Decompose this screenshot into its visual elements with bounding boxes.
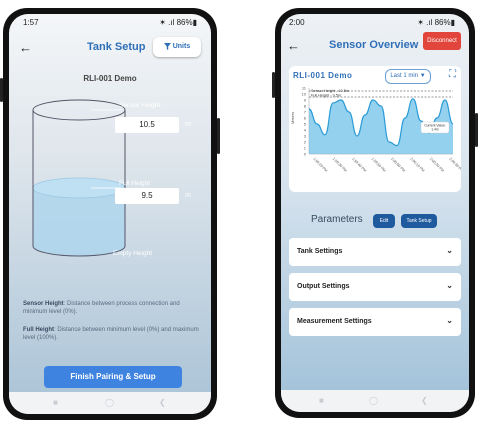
full-height-unit: m bbox=[185, 192, 191, 199]
filter-icon: ▼ bbox=[419, 73, 426, 79]
status-time: 2:00 bbox=[289, 18, 305, 27]
x-tick-label: 1:59:30 PM bbox=[332, 157, 348, 173]
system-nav-bar: ■ ◯ ❮ bbox=[9, 392, 211, 414]
tooltip-text: 1.4m bbox=[431, 128, 439, 132]
chart-card: RLI-001 Demo Last 1 min ▼ ⛶ Meters 0 1 2 3 4 5… bbox=[289, 66, 461, 192]
x-tick-label: 2:00:30 PM bbox=[448, 157, 461, 173]
reference-line-label: Sensor Height - 10.5m bbox=[311, 89, 349, 93]
parameters-title: Parameters bbox=[311, 214, 363, 225]
app-bar: ← Sensor Overview Disconnect bbox=[281, 32, 469, 60]
phone-sensor-overview: 2:00 ✶ .ıl 86%▮ ← Sensor Overview Discon… bbox=[272, 8, 478, 418]
section-label: Output Settings bbox=[297, 283, 350, 290]
full-height-label: Full Height bbox=[119, 180, 151, 187]
y-tick-label: 4 bbox=[304, 128, 307, 133]
full-height-input[interactable]: 9.5 bbox=[115, 188, 179, 204]
chart-title: RLI-001 Demo bbox=[293, 71, 353, 80]
back-arrow-icon[interactable]: ← bbox=[19, 40, 32, 55]
time-range-dropdown[interactable]: Last 1 min ▼ bbox=[385, 69, 431, 84]
home-icon[interactable]: ◯ bbox=[105, 398, 114, 407]
back-arrow-icon[interactable]: ← bbox=[287, 38, 300, 53]
page-title: Tank Setup bbox=[87, 41, 146, 53]
recents-icon[interactable]: ■ bbox=[53, 398, 58, 407]
y-tick-label: 1 bbox=[304, 146, 307, 151]
chevron-down-icon: ⌄ bbox=[446, 316, 453, 325]
description-term: Sensor Height bbox=[23, 301, 64, 307]
y-tick-label: 5 bbox=[304, 122, 307, 127]
x-tick-label: 2:00:20 PM bbox=[429, 157, 445, 173]
back-nav-icon[interactable]: ❮ bbox=[421, 396, 428, 405]
chevron-down-icon: ⌄ bbox=[446, 246, 453, 255]
time-range-label: Last 1 min bbox=[390, 73, 419, 79]
filter-icon bbox=[163, 42, 171, 50]
section-label: Tank Settings bbox=[297, 248, 343, 255]
status-bar: 2:00 ✶ .ıl 86%▮ bbox=[281, 14, 469, 34]
x-tick-label: 1:59:40 PM bbox=[351, 157, 367, 173]
system-nav-bar: ■ ◯ ❮ bbox=[281, 390, 469, 412]
y-tick-label: 3 bbox=[304, 134, 307, 139]
x-tick-label: 2:00:00 PM bbox=[390, 157, 406, 173]
full-height-description: Full Height: Distance between minimum le… bbox=[23, 326, 203, 342]
y-tick-label: 9 bbox=[304, 98, 307, 103]
section-label: Measurement Settings bbox=[297, 318, 372, 325]
app-bar: ← Tank Setup Units bbox=[9, 34, 211, 62]
reference-line-label: Full Height - 9.5m bbox=[311, 94, 341, 98]
back-nav-icon[interactable]: ❮ bbox=[159, 398, 166, 407]
status-bar: 1:57 ✶ .ıl 86%▮ bbox=[9, 14, 211, 34]
measurement-settings-section[interactable]: Measurement Settings ⌄ bbox=[289, 308, 461, 336]
sensor-height-unit: m bbox=[185, 121, 191, 128]
page-title: Sensor Overview bbox=[329, 39, 419, 51]
description-term: Full Height bbox=[23, 327, 54, 333]
y-axis-label: Meters bbox=[290, 112, 295, 124]
y-tick-label: 8 bbox=[304, 104, 307, 109]
disconnect-button[interactable]: Disconnect bbox=[423, 32, 461, 50]
sensor-height-input[interactable]: 10.5 bbox=[115, 117, 179, 133]
chevron-down-icon: ⌄ bbox=[446, 281, 453, 290]
y-tick-label: 6 bbox=[304, 116, 307, 121]
units-label: Units bbox=[172, 43, 191, 50]
x-tick-label: 1:59:50 PM bbox=[371, 157, 387, 173]
volume-button bbox=[0, 78, 3, 102]
y-tick-label: 0 bbox=[304, 152, 307, 157]
output-settings-section[interactable]: Output Settings ⌄ bbox=[289, 273, 461, 301]
tank-settings-section[interactable]: Tank Settings ⌄ bbox=[289, 238, 461, 266]
power-button bbox=[475, 113, 478, 147]
tank-setup-button[interactable]: Tank Setup bbox=[401, 214, 437, 228]
phone-tank-setup: 1:57 ✶ .ıl 86%▮ ← Tank Setup Units RLI-0… bbox=[0, 8, 220, 420]
recents-icon[interactable]: ■ bbox=[319, 396, 324, 405]
sensor-chart: Meters 01234567891011 Sensor Height - 10.5… bbox=[290, 86, 461, 173]
y-tick-label: 2 bbox=[304, 140, 307, 145]
x-tick-label: 1:59:20 PM bbox=[312, 157, 328, 173]
y-tick-label: 10 bbox=[302, 92, 307, 97]
y-tick-label: 7 bbox=[304, 110, 307, 115]
status-time: 1:57 bbox=[23, 18, 39, 27]
power-button bbox=[217, 118, 220, 154]
y-tick-label: 11 bbox=[302, 86, 307, 91]
home-icon[interactable]: ◯ bbox=[369, 396, 378, 405]
sensor-overview-screen: 2:00 ✶ .ıl 86%▮ ← Sensor Overview Discon… bbox=[281, 14, 469, 412]
device-name: RLI-001 Demo bbox=[83, 74, 137, 83]
volume-button bbox=[272, 72, 275, 98]
sensor-height-label: Sensor Height bbox=[119, 102, 161, 109]
units-button[interactable]: Units bbox=[153, 37, 201, 57]
sensor-height-description: Sensor Height: Distance between process … bbox=[23, 300, 203, 316]
tank-illustration bbox=[32, 99, 126, 257]
tank-setup-screen: 1:57 ✶ .ıl 86%▮ ← Tank Setup Units RLI-0… bbox=[9, 14, 211, 414]
empty-height-label: Empty Height bbox=[113, 250, 153, 257]
finish-pairing-button[interactable]: Finish Pairing & Setup bbox=[44, 366, 182, 388]
parameters-header: Parameters Edit Tank Setup bbox=[281, 212, 469, 230]
status-icons: ✶ .ıl 86%▮ bbox=[417, 18, 455, 27]
status-icons: ✶ .ıl 86%▮ bbox=[159, 18, 197, 27]
edit-button[interactable]: Edit bbox=[373, 214, 395, 228]
x-tick-label: 2:00:10 PM bbox=[409, 157, 425, 173]
expand-icon[interactable]: ⛶ bbox=[449, 69, 456, 80]
